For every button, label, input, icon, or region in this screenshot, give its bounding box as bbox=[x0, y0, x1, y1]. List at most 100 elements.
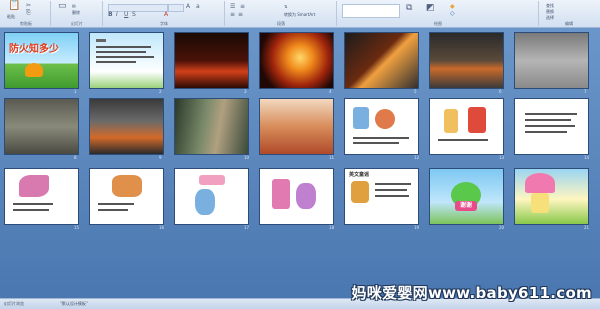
slide-number: 4 bbox=[329, 89, 332, 94]
slide-thumbnail-5[interactable] bbox=[344, 32, 419, 89]
text-line bbox=[525, 125, 575, 127]
slide-number: 7 bbox=[584, 89, 587, 94]
text-line bbox=[13, 209, 49, 211]
slide-thumbnail-16[interactable] bbox=[89, 168, 164, 225]
cartoon-figure bbox=[444, 109, 458, 133]
view-mode-label: 幻灯片浏览 bbox=[4, 301, 24, 306]
slide-number: 9 bbox=[159, 155, 162, 160]
slide-thumbnail-18[interactable] bbox=[259, 168, 334, 225]
cartoon-figure bbox=[296, 183, 316, 209]
slide-thumbnail-19[interactable]: 英文童谣 bbox=[344, 168, 419, 225]
slide-thumbnail-20[interactable]: 谢谢 bbox=[429, 168, 504, 225]
font-size-select[interactable] bbox=[168, 4, 184, 12]
slide-title: 防火知多少 bbox=[9, 44, 59, 55]
editing-group: 查找 替换 选择 编辑 bbox=[540, 1, 598, 26]
slide-thumbnail-14[interactable] bbox=[514, 98, 589, 155]
slide-thumbnail-4[interactable] bbox=[259, 32, 334, 89]
delete-button[interactable]: 删除 bbox=[72, 10, 80, 15]
slide-number: 2 bbox=[159, 89, 162, 94]
cartoon-figure bbox=[351, 181, 369, 203]
cartoon-figure bbox=[353, 107, 369, 129]
slide-sorter: 防火知多少 1 2 3 4 5 6 7 8 9 10 11 12 13 14 1… bbox=[0, 28, 600, 298]
slide-thumbnail-3[interactable] bbox=[174, 32, 249, 89]
replace-button[interactable]: 替换 bbox=[546, 9, 554, 14]
slide-thumbnail-17[interactable] bbox=[174, 168, 249, 225]
cartoon-figure bbox=[112, 175, 142, 197]
slide-thumbnail-13[interactable] bbox=[429, 98, 504, 155]
slide-thumbnail-10[interactable] bbox=[174, 98, 249, 155]
font-group: A a B I U S A 字体 bbox=[104, 1, 225, 26]
text-direction-button[interactable]: ⇅ bbox=[284, 4, 287, 9]
convert-smartart-button[interactable]: 转换为 SmartArt bbox=[284, 12, 315, 17]
slide-thumbnail-7[interactable] bbox=[514, 32, 589, 89]
clipboard-group-label: 剪贴板 bbox=[20, 21, 32, 26]
paste-button[interactable]: 粘贴 bbox=[7, 14, 15, 19]
text-line bbox=[525, 131, 567, 133]
text-line bbox=[375, 189, 407, 191]
slide-number: 5 bbox=[414, 89, 417, 94]
text-line bbox=[375, 195, 409, 197]
paste-icon[interactable]: 📋 bbox=[8, 1, 20, 11]
ribbon: 📋 粘贴 ✂ ⎘ 剪贴板 ▭ ▤ 删除 幻灯片 A a B I U S A 字体… bbox=[0, 0, 600, 28]
text-line bbox=[375, 183, 411, 185]
drawing-group: ⧉ ◩ ◆ ◇ 绘图 bbox=[338, 1, 539, 26]
slide-thumbnail-8[interactable] bbox=[4, 98, 79, 155]
text-line bbox=[98, 203, 134, 205]
shapes-gallery[interactable] bbox=[342, 4, 400, 18]
slide-number: 11 bbox=[329, 155, 335, 160]
align-left-icon[interactable]: ≡ bbox=[230, 12, 235, 18]
slide-number: 20 bbox=[499, 225, 505, 230]
cartoon-figure bbox=[468, 107, 486, 133]
slide-thumbnail-21[interactable] bbox=[514, 168, 589, 225]
find-button[interactable]: 查找 bbox=[546, 3, 554, 8]
text-line bbox=[96, 39, 106, 42]
text-line bbox=[353, 142, 399, 144]
paragraph-group-label: 段落 bbox=[277, 21, 285, 26]
slide-thumbnail-15[interactable] bbox=[4, 168, 79, 225]
slide-number: 10 bbox=[244, 155, 250, 160]
slide-thumbnail-9[interactable] bbox=[89, 98, 164, 155]
bullets-icon[interactable]: ☰ bbox=[230, 4, 235, 10]
slide-thumbnail-1[interactable]: 防火知多少 bbox=[4, 32, 79, 89]
slide-thumbnail-6[interactable] bbox=[429, 32, 504, 89]
fire-graphic bbox=[25, 63, 43, 77]
slide-number: 13 bbox=[499, 155, 505, 160]
slide-thumbnail-2[interactable] bbox=[89, 32, 164, 89]
font-color-icon[interactable]: A bbox=[164, 12, 168, 18]
clipboard-group: 📋 粘贴 ✂ ⎘ 剪贴板 bbox=[2, 1, 51, 26]
slide-thumbnail-12[interactable] bbox=[344, 98, 419, 155]
text-line bbox=[525, 119, 571, 121]
slide-number: 3 bbox=[244, 89, 247, 94]
slide-number: 21 bbox=[584, 225, 590, 230]
slide-number: 18 bbox=[329, 225, 335, 230]
grow-font-icon[interactable]: A bbox=[186, 4, 190, 10]
italic-icon[interactable]: I bbox=[116, 12, 118, 18]
new-slide-icon[interactable]: ▭ bbox=[58, 2, 67, 11]
arrange-icon[interactable]: ⧉ bbox=[406, 4, 412, 13]
shrink-font-icon[interactable]: a bbox=[196, 4, 200, 10]
copy-icon[interactable]: ⎘ bbox=[26, 10, 31, 16]
slide-thumbnail-11[interactable] bbox=[259, 98, 334, 155]
cartoon-figure bbox=[195, 189, 215, 215]
text-line bbox=[96, 46, 151, 48]
text-line bbox=[13, 203, 53, 205]
text-line bbox=[96, 56, 154, 58]
strike-icon[interactable]: S bbox=[132, 12, 136, 18]
align-center-icon[interactable]: ≡ bbox=[238, 12, 243, 18]
slide-title: 英文童谣 bbox=[349, 172, 370, 178]
select-button[interactable]: 选择 bbox=[546, 15, 554, 20]
quick-styles-icon[interactable]: ◩ bbox=[426, 4, 435, 13]
text-line bbox=[98, 209, 128, 211]
text-line bbox=[353, 137, 409, 139]
slide-number: 8 bbox=[74, 155, 77, 160]
shape-outline-icon[interactable]: ◇ bbox=[450, 11, 455, 17]
mushroom-house bbox=[531, 193, 549, 213]
slide-number: 16 bbox=[159, 225, 165, 230]
cartoon-figure bbox=[199, 175, 225, 185]
layout-button[interactable]: ▤ bbox=[72, 3, 76, 8]
paragraph-group: ☰ ≡ ≡ ≡ ⇅ 转换为 SmartArt 段落 bbox=[226, 1, 337, 26]
underline-icon[interactable]: U bbox=[124, 12, 128, 18]
bold-icon[interactable]: B bbox=[108, 12, 113, 18]
thanks-label: 谢谢 bbox=[455, 201, 477, 211]
numbering-icon[interactable]: ≡ bbox=[240, 4, 245, 10]
